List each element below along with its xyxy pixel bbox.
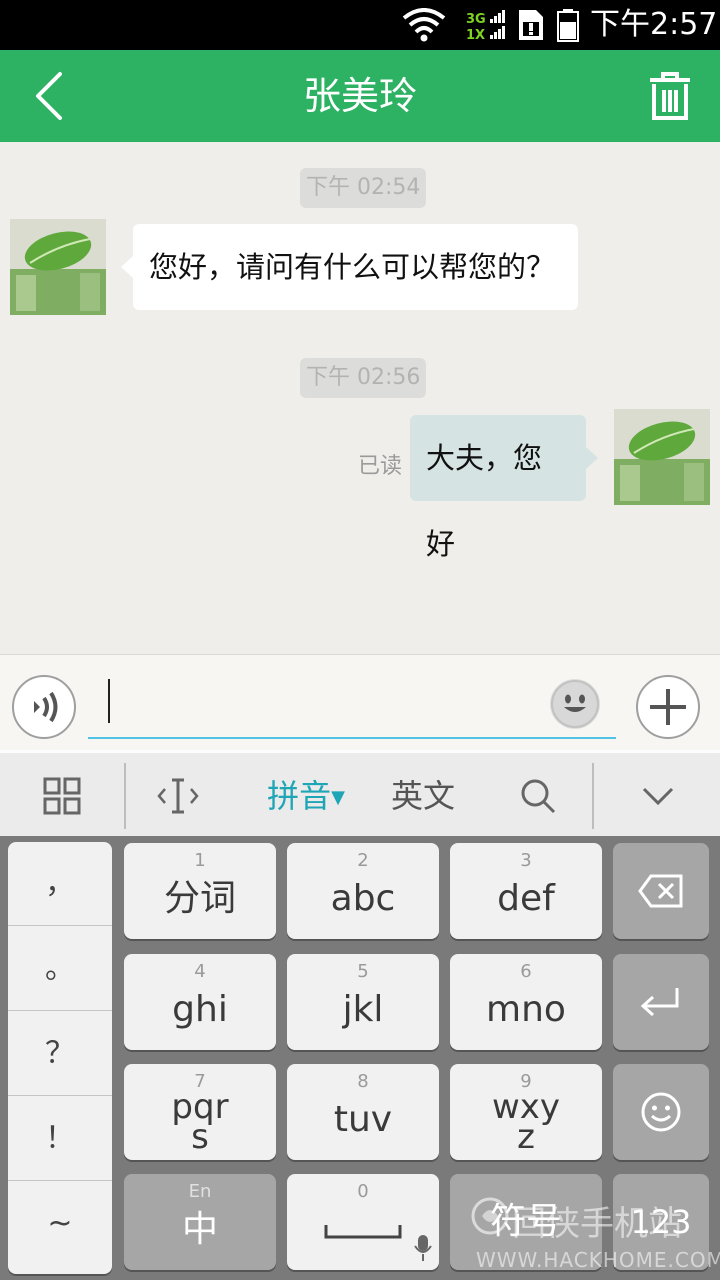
message-input-bar [0, 654, 720, 750]
read-status: 已读 [358, 454, 403, 479]
backspace-key[interactable] [613, 843, 709, 939]
smiley-icon [551, 680, 599, 728]
caret-down-icon: ▼ [331, 787, 345, 808]
svg-text:1X: 1X [466, 28, 485, 42]
sim-alert-icon [519, 10, 543, 40]
toolbar-divider [592, 763, 594, 829]
key-4[interactable]: 4 ghi [124, 954, 276, 1050]
battery-icon [557, 9, 579, 42]
trash-icon [650, 72, 690, 120]
voice-button[interactable] [12, 675, 76, 739]
wifi-icon [402, 8, 446, 42]
message-bubble-received[interactable]: 您好，请问有什么可以帮您的？ [121, 224, 578, 310]
voice-icon [34, 691, 58, 723]
text-caret [108, 679, 110, 723]
svg-text:3G: 3G [466, 12, 486, 27]
key-3[interactable]: 3 def [450, 843, 602, 939]
watermark-text: 回侠手机站 [512, 1204, 682, 1244]
message-bubble-sent[interactable]: 大夫，您好 [410, 415, 598, 561]
message-timestamp: 下午 02:54 [300, 168, 427, 208]
watermark: 回侠手机站 WWW.HACKHOME.COM [470, 1182, 720, 1278]
chat-area[interactable]: 下午 02:54 您好，请问有什么可以帮您的？ 下午 02:56 已读 大夫，您… [0, 142, 720, 654]
message-timestamp: 下午 02:56 [300, 358, 427, 398]
punct-comma-key[interactable]: ， [8, 842, 112, 926]
signal-3g-1x-icon: 3G 1X [466, 10, 505, 42]
keyboard-toolbar: 拼音▼ 英文 [0, 750, 720, 836]
key-2[interactable]: 2 abc [287, 843, 439, 939]
key-1[interactable]: 1 分词 [124, 843, 276, 939]
key-5[interactable]: 5 jkl [287, 954, 439, 1050]
punct-exclaim-key[interactable]: ！ [8, 1097, 112, 1181]
english-mode-tab[interactable]: 英文 [380, 753, 466, 839]
microphone-icon [414, 1235, 432, 1261]
title-bar: 张美玲 [0, 50, 720, 142]
pinyin-label: 拼音 [267, 777, 332, 815]
hide-keyboard-button[interactable] [626, 753, 690, 839]
status-time: 下午2:57 [590, 7, 718, 42]
grid-icon [43, 777, 81, 815]
enter-key[interactable] [613, 954, 709, 1050]
punctuation-column[interactable]: ， 。 ？ ！ ~ [8, 842, 112, 1274]
chevron-left-icon [36, 72, 62, 120]
key-9[interactable]: 9 wxy z [450, 1064, 602, 1160]
avatar-image [614, 409, 710, 505]
punct-period-key[interactable]: 。 [8, 927, 112, 1011]
backspace-icon [638, 874, 683, 908]
toolbar-divider [124, 763, 126, 829]
search-icon [521, 779, 556, 814]
chevron-down-icon [642, 787, 674, 806]
back-button[interactable] [22, 66, 82, 126]
punct-tilde-key[interactable]: ~ [8, 1182, 112, 1266]
plus-icon [650, 689, 686, 725]
delete-button[interactable] [640, 66, 700, 126]
more-actions-button[interactable] [636, 675, 700, 739]
space-key[interactable]: 0 [287, 1174, 439, 1270]
watermark-logo-icon [471, 1197, 509, 1235]
doctor-avatar[interactable] [10, 219, 106, 315]
enter-icon [640, 988, 679, 1017]
avatar-image [10, 219, 106, 315]
key-7[interactable]: 7 pqr s [124, 1064, 276, 1160]
emoji-key[interactable] [613, 1064, 709, 1160]
key-8[interactable]: 8 tuv [287, 1064, 439, 1160]
pinyin-mode-tab[interactable]: 拼音▼ [256, 753, 356, 839]
smiley-icon [641, 1092, 681, 1132]
cursor-icon [157, 778, 199, 814]
space-icon [324, 1225, 402, 1239]
cursor-edit-button[interactable] [146, 753, 210, 839]
keyboard-search-button[interactable] [508, 753, 568, 839]
message-input[interactable] [88, 673, 616, 739]
status-bar: 3G 1X 下午2:57 [0, 0, 720, 50]
emoji-button[interactable] [550, 679, 600, 729]
keyboard-menu-button[interactable] [30, 753, 94, 839]
user-avatar[interactable] [614, 409, 710, 505]
chinese-switch-key[interactable]: En 中 [124, 1174, 276, 1270]
page-title: 张美玲 [302, 74, 417, 118]
key-6[interactable]: 6 mno [450, 954, 602, 1050]
punct-question-key[interactable]: ？ [8, 1012, 112, 1096]
watermark-url: WWW.HACKHOME.COM [476, 1248, 720, 1272]
